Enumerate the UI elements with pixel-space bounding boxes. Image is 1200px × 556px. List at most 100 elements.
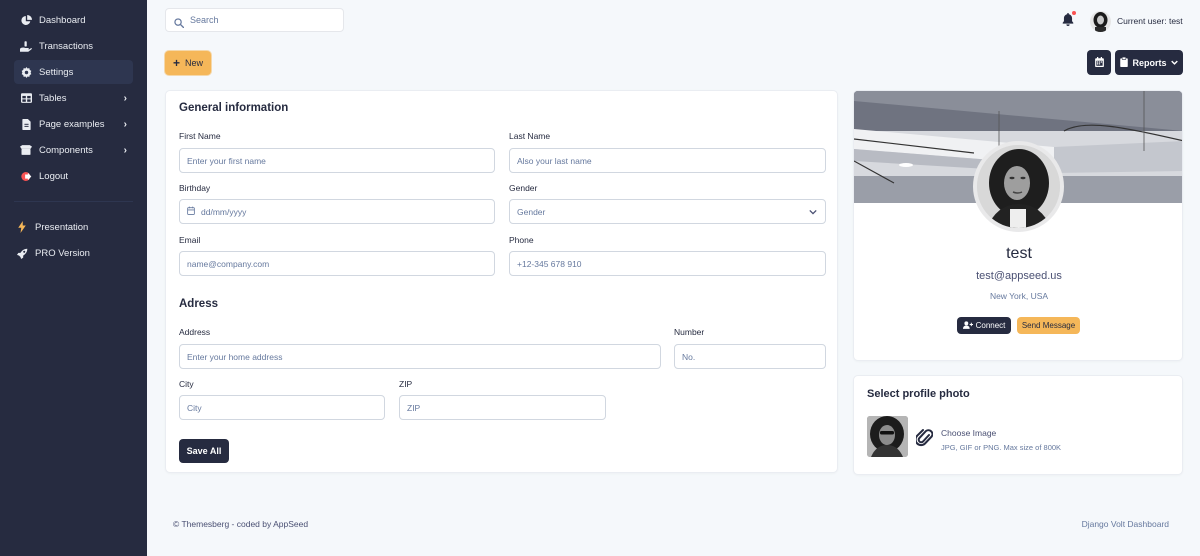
phone-label: Phone [509, 235, 534, 245]
address-field[interactable] [179, 344, 661, 369]
sidebar-item-label: Transactions [39, 40, 94, 52]
first-name-input[interactable] [187, 155, 494, 166]
sidebar: Dashboard Transactions Settings Tables ›… [0, 0, 147, 556]
birthday-label: Birthday [179, 183, 211, 193]
zip-field[interactable] [399, 395, 606, 420]
search-icon [174, 15, 185, 29]
profile-avatar[interactable] [973, 141, 1064, 232]
last-name-field[interactable] [509, 148, 826, 173]
new-button-label: New [185, 58, 204, 68]
profile-email: test@appseed.us [976, 270, 1062, 282]
search-input[interactable] [190, 15, 330, 25]
city-field[interactable] [179, 395, 385, 420]
reports-dropdown-button[interactable]: Reports [1115, 50, 1183, 75]
sidebar-item-tables[interactable]: Tables › [14, 86, 133, 110]
general-information-title: General information [179, 102, 289, 114]
sign-out-icon [20, 170, 32, 182]
sidebar-item-dashboard[interactable]: Dashboard [14, 8, 133, 32]
address-input[interactable] [187, 351, 660, 362]
address-label: Address [179, 327, 211, 337]
chevron-right-icon: › [123, 92, 127, 104]
number-label: Number [674, 327, 705, 337]
sidebar-item-page-examples[interactable]: Page examples › [14, 112, 133, 136]
sidebar-item-settings[interactable]: Settings [14, 60, 133, 84]
select-photo-card: Select profile photo Choose Image JPG, G… [853, 375, 1183, 475]
notification-dot [1072, 11, 1076, 15]
email-field[interactable] [179, 251, 495, 276]
save-all-button[interactable]: Save All [179, 439, 229, 463]
profile-location: New York, USA [989, 291, 1049, 301]
chevron-right-icon: › [123, 118, 127, 130]
number-field[interactable] [674, 344, 826, 369]
city-label: City [179, 379, 194, 389]
file-alt-icon [20, 118, 32, 130]
address-section-title: Adress [179, 298, 218, 310]
cog-icon [20, 66, 32, 78]
calendar-button[interactable] [1087, 50, 1111, 75]
sidebar-item-label: Settings [39, 66, 74, 78]
phone-input[interactable] [517, 258, 825, 269]
bell-icon[interactable] [1062, 13, 1074, 26]
sidebar-item-label: Logout [39, 170, 69, 182]
gender-select[interactable]: Gender [509, 199, 826, 224]
send-message-button[interactable]: Send Message [1017, 317, 1080, 334]
first-name-label: First Name [179, 131, 221, 141]
current-user-label[interactable]: Current user: test [1117, 16, 1183, 26]
sidebar-item-label: PRO Version [35, 247, 90, 259]
birthday-field[interactable] [179, 199, 495, 224]
phone-field[interactable] [509, 251, 826, 276]
paperclip-icon[interactable] [914, 428, 934, 452]
zip-input[interactable] [407, 402, 605, 413]
email-label: Email [179, 235, 201, 245]
sidebar-item-logout[interactable]: Logout [14, 164, 133, 188]
sidebar-item-pro-version[interactable]: PRO Version [10, 241, 133, 265]
number-input[interactable] [682, 351, 825, 362]
bolt-icon [16, 221, 28, 233]
last-name-label: Last Name [509, 131, 551, 141]
choose-image-label[interactable]: Choose Image [941, 428, 996, 438]
chart-pie-icon [20, 14, 32, 26]
sidebar-item-label: Dashboard [39, 14, 86, 26]
gender-selected-value: Gender [517, 206, 546, 217]
file-requirements-hint: JPG, GIF or PNG. Max size of 800K [941, 443, 1062, 452]
search-bar[interactable] [165, 8, 344, 32]
connect-label: Connect [975, 321, 1006, 330]
calendar-icon [187, 206, 195, 217]
plus-icon: + [172, 56, 180, 70]
user-plus-icon [962, 320, 973, 331]
user-avatar[interactable] [1090, 11, 1111, 32]
chevron-down-icon [1170, 58, 1178, 67]
connect-button[interactable]: Connect [957, 317, 1011, 334]
calendar-icon [1094, 55, 1104, 70]
hand-holding-usd-icon [20, 40, 32, 52]
current-photo-thumbnail [867, 416, 908, 457]
gender-label: Gender [509, 183, 538, 193]
sidebar-divider [14, 201, 133, 202]
profile-card: test test@appseed.us New York, USA Conne… [853, 90, 1183, 361]
sidebar-item-label: Components [39, 144, 93, 156]
profile-name: test [1006, 245, 1032, 262]
box-open-icon [20, 144, 32, 156]
new-button[interactable]: + New [165, 51, 211, 75]
birthday-input[interactable] [201, 206, 494, 217]
sidebar-item-transactions[interactable]: Transactions [14, 34, 133, 58]
footer-copyright: © Themesberg - coded by AppSeed [173, 519, 309, 529]
clipboard-icon [1120, 56, 1129, 69]
chevron-right-icon: › [123, 144, 127, 156]
zip-label: ZIP [399, 379, 413, 389]
footer-product-name[interactable]: Django Volt Dashboard [1082, 519, 1169, 529]
last-name-input[interactable] [517, 155, 825, 166]
email-input[interactable] [187, 258, 494, 269]
sidebar-item-components[interactable]: Components › [14, 138, 133, 162]
sidebar-item-presentation[interactable]: Presentation [10, 215, 133, 239]
table-icon [20, 92, 32, 104]
sidebar-item-label: Presentation [35, 221, 89, 233]
city-input[interactable] [187, 402, 384, 413]
select-photo-title: Select profile photo [867, 388, 970, 400]
rocket-icon [16, 247, 28, 259]
chevron-down-icon [809, 207, 817, 217]
sidebar-item-label: Page examples [39, 118, 105, 130]
sidebar-item-label: Tables [39, 92, 67, 104]
first-name-field[interactable] [179, 148, 495, 173]
reports-label: Reports [1132, 57, 1167, 68]
